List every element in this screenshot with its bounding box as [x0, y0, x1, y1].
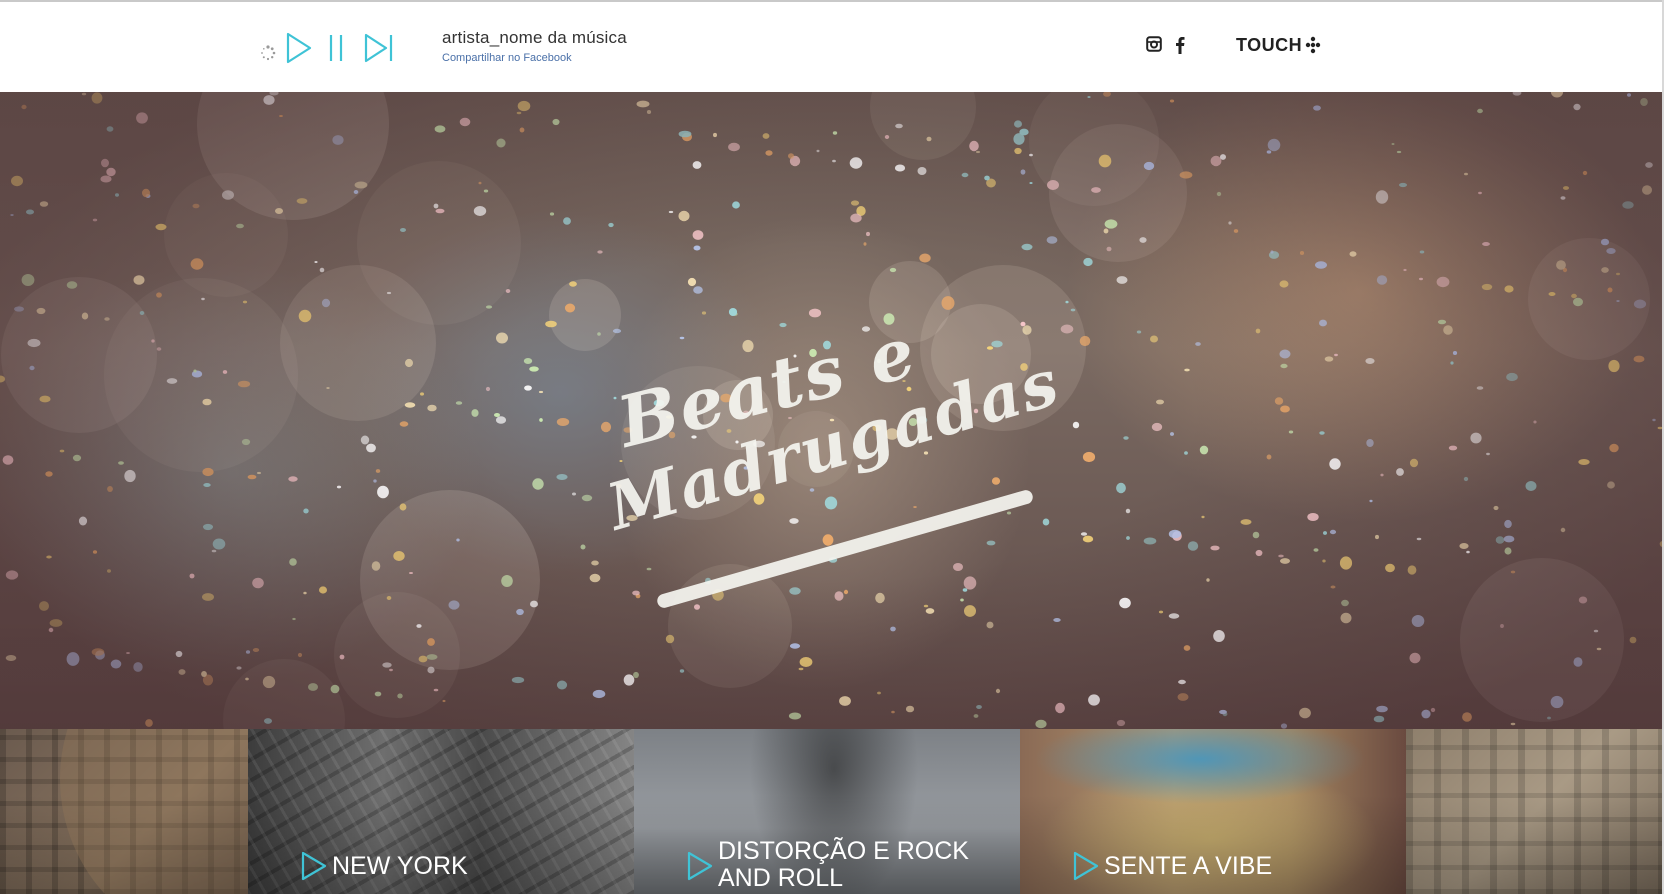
- category-tiles: NEW YORK DISTORÇÃO E ROCK AND ROLL SENTE…: [0, 729, 1664, 894]
- pause-icon: [329, 35, 343, 61]
- hero-title: Beats e Madrugadas: [600, 310, 1068, 682]
- category-link-new-york[interactable]: NEW YORK: [300, 850, 592, 894]
- facebook-icon[interactable]: [1174, 36, 1192, 54]
- play-icon: [301, 851, 327, 881]
- instagram-icon[interactable]: [1146, 36, 1164, 54]
- pause-button[interactable]: [324, 30, 348, 66]
- play-button[interactable]: [284, 30, 314, 66]
- social-links: [1146, 36, 1202, 54]
- next-track-button[interactable]: [362, 30, 396, 66]
- category-link-distorcao[interactable]: DISTORÇÃO E ROCK AND ROLL: [686, 838, 978, 894]
- category-link-sente-a-vibe[interactable]: SENTE A VIBE: [1072, 850, 1364, 894]
- category-label: DISTORÇÃO E ROCK AND ROLL: [718, 837, 969, 892]
- category-label: SENTE A VIBE: [1104, 852, 1273, 880]
- play-icon: [687, 851, 713, 881]
- skip-next-icon: [364, 33, 393, 63]
- now-playing: artista_nome da música Compartilhar no F…: [442, 28, 627, 64]
- play-icon: [1073, 851, 1099, 881]
- category-tile-new-york[interactable]: NEW YORK: [248, 729, 634, 894]
- category-tile-sente-a-vibe[interactable]: SENTE A VIBE: [1020, 729, 1406, 894]
- tile-shade: [1406, 729, 1664, 894]
- loading-spinner-icon: [258, 43, 278, 63]
- touch-logo-icon: [1305, 36, 1321, 56]
- category-label: NEW YORK: [332, 852, 468, 880]
- track-title: artista_nome da música: [442, 28, 627, 47]
- player-controls: [258, 28, 396, 68]
- share-facebook-link[interactable]: Compartilhar no Facebook: [442, 52, 627, 64]
- play-icon: [286, 32, 312, 64]
- tile-shade: [0, 729, 248, 894]
- category-tile-distorcao[interactable]: DISTORÇÃO E ROCK AND ROLL: [634, 729, 1020, 894]
- category-tile-partial-right[interactable]: [1406, 729, 1664, 894]
- brand-name: TOUCH: [1236, 35, 1303, 55]
- player-header: artista_nome da música Compartilhar no F…: [0, 0, 1664, 92]
- brand-logo[interactable]: TOUCH: [1236, 35, 1321, 56]
- category-tile-partial-left[interactable]: [0, 729, 248, 894]
- hero-banner: Beats e Madrugadas: [0, 92, 1664, 729]
